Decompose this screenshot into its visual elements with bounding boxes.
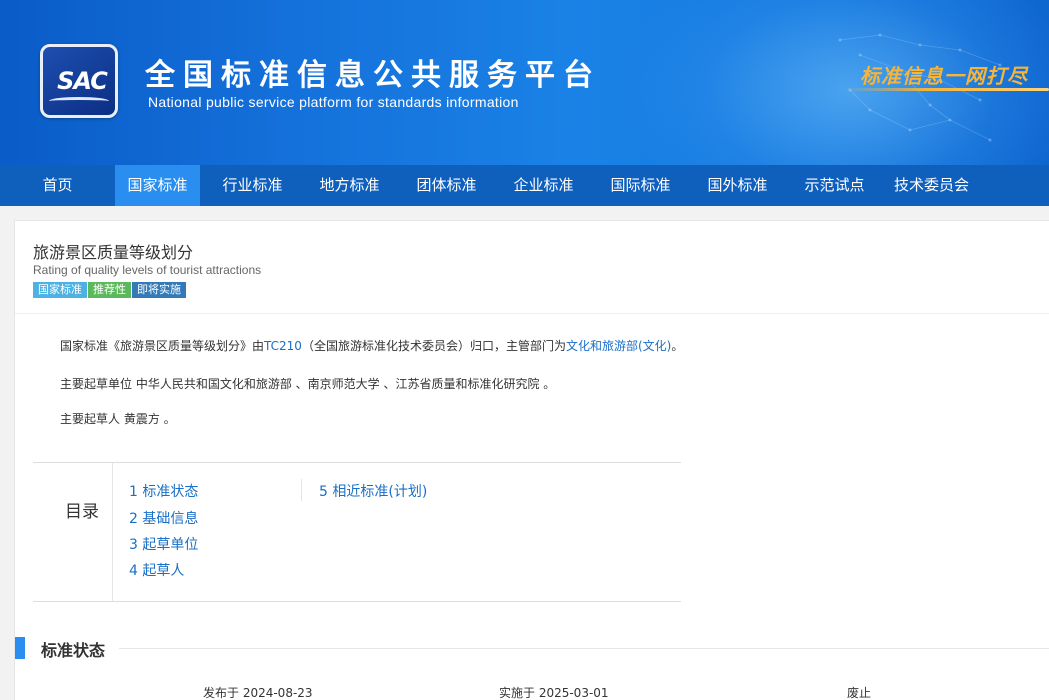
tc-link[interactable]: TC210 <box>264 339 302 353</box>
standard-tags: 国家标准 推荐性 即将实施 <box>33 282 187 299</box>
tag-national-standard: 国家标准 <box>33 282 87 298</box>
nav-item-group-standards[interactable]: 团体标准 <box>398 165 495 206</box>
tag-recommended: 推荐性 <box>88 282 131 298</box>
header-divider <box>15 313 1049 314</box>
nav-item-pilot-demo[interactable]: 示范试点 <box>786 165 883 206</box>
site-banner: SAC 全国标准信息公共服务平台 National public service… <box>0 0 1049 165</box>
logo-swoosh <box>49 97 109 105</box>
intro-text: （全国旅游标准化技术委员会）归口，主管部门为 <box>301 339 566 353</box>
nav-item-tech-committee[interactable]: 技术委员会 <box>883 165 980 206</box>
toc-item-similar-standards[interactable]: 5 相近标准(计划) <box>319 481 427 501</box>
toc-item-drafting-units[interactable]: 3 起草单位 <box>129 534 198 554</box>
section-title-status: 标准状态 <box>41 641 106 660</box>
toc-item-drafters[interactable]: 4 起草人 <box>129 560 184 580</box>
toc-column-separator <box>301 479 302 501</box>
standard-title: 旅游景区质量等级划分 <box>33 243 194 262</box>
intro-line-drafters: 主要起草人 黄震方 。 <box>60 412 176 426</box>
nav-item-national-standards[interactable]: 国家标准 <box>115 165 200 206</box>
nav-item-international-standards[interactable]: 国际标准 <box>592 165 689 206</box>
slogan: 标准信息一网打尽 <box>860 64 1028 88</box>
site-subtitle: National public service platform for sta… <box>148 94 519 110</box>
toc-item-status[interactable]: 1 标准状态 <box>129 481 198 501</box>
status-published: 发布于 2024-08-23 <box>203 686 313 700</box>
nav-item-home[interactable]: 首页 <box>0 165 115 206</box>
table-of-contents: 目录 1 标准状态 2 基础信息 3 起草单位 4 起草人 5 相近标准(计划) <box>33 462 681 602</box>
nav-item-enterprise-standards[interactable]: 企业标准 <box>495 165 592 206</box>
intro-text: 国家标准《旅游景区质量等级划分》由 <box>60 339 265 353</box>
sac-logo[interactable]: SAC <box>40 44 118 118</box>
site-title: 全国标准信息公共服务平台 <box>145 58 601 93</box>
nav-item-foreign-standards[interactable]: 国外标准 <box>689 165 786 206</box>
nav-item-industry-standards[interactable]: 行业标准 <box>204 165 301 206</box>
intro-text: 。 <box>671 339 684 353</box>
dept-link[interactable]: 文化和旅游部(文化) <box>566 339 671 353</box>
tag-upcoming: 即将实施 <box>132 282 186 298</box>
slogan-underline <box>845 88 1049 91</box>
status-abolished: 废止 <box>847 686 872 700</box>
standard-title-en: Rating of quality levels of tourist attr… <box>33 263 262 277</box>
main-nav: 首页 国家标准 行业标准 地方标准 团体标准 企业标准 国际标准 国外标准 示范… <box>0 165 1049 206</box>
logo-text: SAC <box>57 67 108 95</box>
toc-label: 目录 <box>65 502 99 522</box>
section-marker <box>15 637 25 659</box>
standard-detail-card: 旅游景区质量等级划分 Rating of quality levels of t… <box>14 220 1049 700</box>
section-divider <box>119 648 1049 649</box>
intro-line-drafting-units: 主要起草单位 中华人民共和国文化和旅游部 、南京师范大学 、江苏省质量和标准化研… <box>60 377 556 391</box>
toc-item-basic-info[interactable]: 2 基础信息 <box>129 508 198 528</box>
toc-label-box: 目录 <box>33 463 113 601</box>
intro-line-committee: 国家标准《旅游景区质量等级划分》由TC210（全国旅游标准化技术委员会）归口，主… <box>60 337 683 354</box>
status-implemented: 实施于 2025-03-01 <box>499 686 609 700</box>
nav-item-local-standards[interactable]: 地方标准 <box>301 165 398 206</box>
